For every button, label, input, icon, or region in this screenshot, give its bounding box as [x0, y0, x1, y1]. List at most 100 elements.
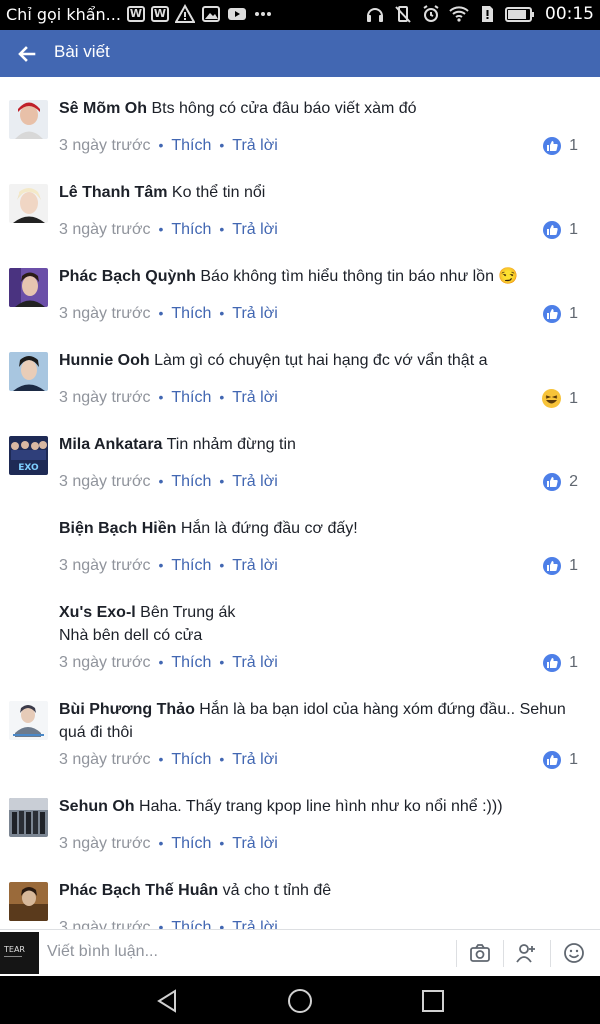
comment-author[interactable]: Phác Bạch Thế Huân	[59, 882, 218, 899]
comment-meta: 3 ngày trước • Thích • Trả lời	[59, 835, 278, 852]
reaction-count: 1	[569, 751, 578, 768]
like-link[interactable]: Thích	[171, 557, 211, 574]
comment-author[interactable]: Phác Bạch Quỳnh	[59, 268, 196, 285]
like-icon	[543, 221, 562, 239]
reaction-count: 1	[569, 137, 578, 154]
avatar[interactable]	[9, 604, 48, 643]
system-nav-bar	[0, 976, 600, 1024]
comment-author[interactable]: Biện Bạch Hiền	[59, 520, 176, 537]
comment-author[interactable]: Sê Mõm Oh	[59, 100, 147, 117]
comment-author[interactable]: Xu's Exo-l	[59, 604, 136, 621]
like-link[interactable]: Thích	[171, 654, 211, 671]
like-link[interactable]: Thích	[171, 835, 211, 852]
reaction-summary[interactable]: 1	[543, 557, 578, 575]
comment-author[interactable]: Bùi Phương Thảo	[59, 701, 195, 718]
avatar[interactable]	[9, 520, 48, 559]
comment-author[interactable]: Sehun Oh	[59, 798, 135, 815]
reply-link[interactable]: Trả lời	[232, 835, 277, 852]
comment-meta: 3 ngày trước • Thích • Trả lời	[59, 751, 278, 768]
comment-time: 3 ngày trước	[59, 221, 151, 238]
reply-link[interactable]: Trả lời	[232, 919, 277, 929]
like-icon	[543, 305, 562, 323]
divider	[503, 940, 504, 967]
avatar[interactable]	[9, 268, 48, 307]
like-icon	[543, 137, 562, 155]
reaction-summary[interactable]: 1	[543, 751, 578, 769]
comment-meta: 3 ngày trước • Thích • Trả lời	[59, 557, 278, 574]
like-icon	[543, 654, 562, 672]
like-link[interactable]: Thích	[171, 137, 211, 154]
comment-meta: 3 ngày trước • Thích • Trả lời	[59, 473, 278, 490]
reply-link[interactable]: Trả lời	[232, 221, 277, 238]
comment-meta: 3 ngày trước • Thích • Trả lời	[59, 221, 278, 238]
comment-time: 3 ngày trước	[59, 557, 151, 574]
reaction-summary[interactable]: 1	[543, 137, 578, 155]
reply-link[interactable]: Trả lời	[232, 557, 277, 574]
current-user-avatar: TEAR	[0, 932, 39, 974]
comment-text: Bùi Phương Thảo Hắn là ba bạn idol của h…	[59, 701, 566, 741]
reply-link[interactable]: Trả lời	[232, 473, 277, 490]
battery-icon	[505, 7, 534, 22]
comment-time: 3 ngày trước	[59, 137, 151, 154]
comment-author[interactable]: Mila Ankatara	[59, 436, 162, 453]
reaction-summary[interactable]: 1	[543, 221, 578, 239]
comment-text: Biện Bạch Hiền Hắn là đứng đầu cơ đấy!	[59, 520, 358, 537]
comment-text: Xu's Exo-l Bên Trung ák Nhà bên dell có c…	[59, 604, 236, 644]
system-icons: 00:15	[365, 4, 594, 24]
sim-alert-icon	[482, 6, 493, 22]
reaction-summary[interactable]: 1	[543, 654, 578, 672]
camera-icon[interactable]	[469, 942, 491, 964]
reply-link[interactable]: Trả lời	[232, 305, 277, 322]
reply-link[interactable]: Trả lời	[232, 751, 277, 768]
vibrate-off-icon	[395, 6, 411, 23]
back-nav-icon[interactable]	[155, 988, 181, 1014]
comment-time: 3 ngày trước	[59, 919, 151, 929]
comment-input[interactable]: Viết bình luận...	[47, 943, 158, 961]
status-bar: Chỉ gọi khẩn... W W 00:15	[0, 0, 600, 30]
avatar[interactable]	[9, 798, 48, 837]
avatar[interactable]	[9, 701, 48, 740]
avatar[interactable]	[9, 352, 48, 391]
comment-author[interactable]: Lê Thanh Tâm	[59, 184, 167, 201]
recents-nav-icon[interactable]	[420, 988, 446, 1014]
youtube-icon	[227, 8, 246, 20]
reaction-summary[interactable]: 1	[543, 305, 578, 323]
avatar[interactable]	[9, 882, 48, 921]
notification-text: Chỉ gọi khẩn...	[6, 4, 121, 24]
reaction-summary[interactable]: 2	[543, 473, 578, 491]
comment-time: 3 ngày trước	[59, 654, 151, 671]
comment-text: Phác Bạch Quỳnh Báo không tìm hiểu thông…	[59, 268, 519, 285]
like-link[interactable]: Thích	[171, 473, 211, 490]
comment-text: Phác Bạch Thế Huân vả cho t tỉnh đê	[59, 882, 332, 899]
back-arrow-icon[interactable]	[14, 41, 40, 67]
comment-meta: 3 ngày trước • Thích • Trả lời	[59, 137, 278, 154]
reaction-count: 2	[569, 473, 578, 490]
reply-link[interactable]: Trả lời	[232, 654, 277, 671]
comment-author[interactable]: Hunnie Ooh	[59, 352, 150, 369]
status-clock: 00:15	[545, 4, 594, 24]
reaction-count: 1	[569, 557, 578, 574]
avatar[interactable]: EXO	[9, 436, 48, 475]
divider	[456, 940, 457, 967]
like-link[interactable]: Thích	[171, 305, 211, 322]
alarm-icon	[423, 5, 439, 22]
avatar[interactable]	[9, 100, 48, 139]
comment-list[interactable]: Sê Mõm Oh Bts hông có cửa đâu báo viết x…	[0, 77, 600, 929]
home-nav-icon[interactable]	[287, 988, 313, 1014]
comment-text: Mila Ankatara Tin nhảm đừng tin	[59, 436, 296, 453]
reply-link[interactable]: Trả lời	[232, 389, 277, 406]
divider	[550, 940, 551, 967]
comment-text: Lê Thanh Tâm Ko thể tin nổi	[59, 184, 266, 201]
like-link[interactable]: Thích	[171, 751, 211, 768]
like-link[interactable]: Thích	[171, 389, 211, 406]
emoji-icon[interactable]	[563, 942, 585, 964]
reaction-count: 1	[569, 305, 578, 322]
like-icon	[543, 557, 562, 575]
tag-friend-icon[interactable]	[515, 942, 537, 964]
like-link[interactable]: Thích	[171, 919, 211, 929]
comment-time: 3 ngày trước	[59, 751, 151, 768]
like-link[interactable]: Thích	[171, 221, 211, 238]
avatar[interactable]	[9, 184, 48, 223]
reply-link[interactable]: Trả lời	[232, 137, 277, 154]
reaction-summary[interactable]: 1	[542, 389, 578, 408]
